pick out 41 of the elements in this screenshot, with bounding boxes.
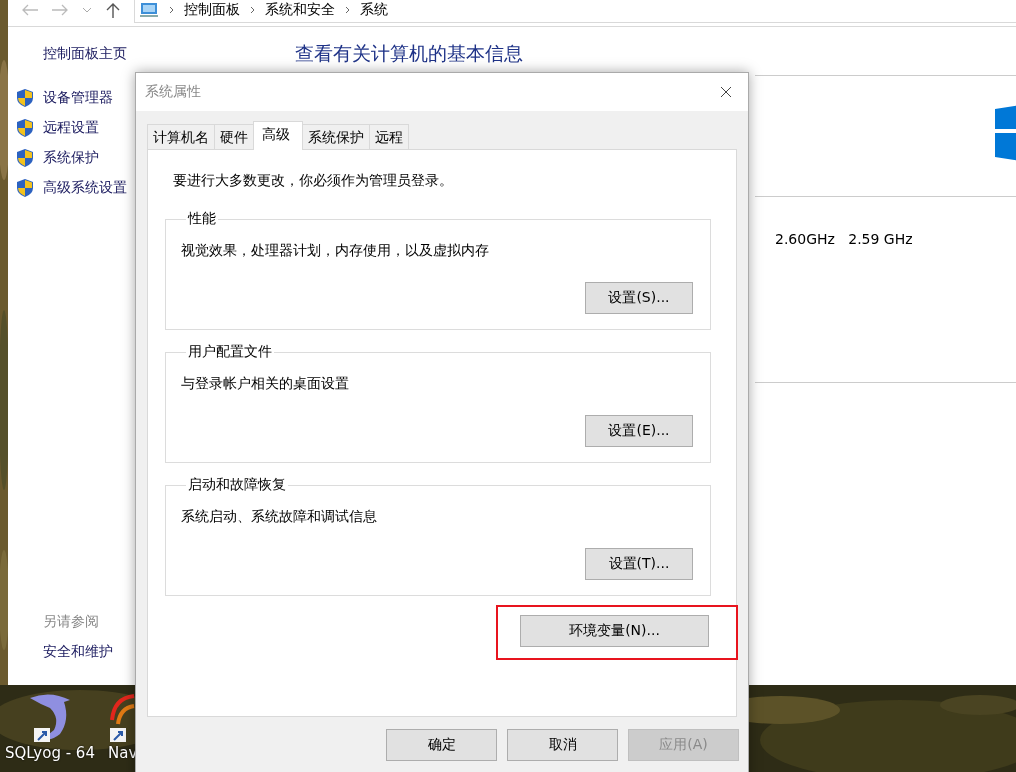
breadcrumb[interactable]: 系统 [360,1,388,19]
group-title: 用户配置文件 [187,343,273,361]
group-description: 系统启动、系统故障和调试信息 [181,508,378,526]
settings-button[interactable]: 设置(S)... [585,282,693,314]
address-bar[interactable]: 控制面板 系统和安全 系统 [134,0,1016,23]
group-title: 性能 [186,210,217,228]
dialog-title: 系统属性 [145,83,201,101]
dialog-button[interactable]: 确定 [386,729,497,761]
shield-icon [16,118,34,138]
shield-icon [16,148,34,168]
settings-button[interactable]: 设置(E)... [585,415,693,447]
chevron-right-icon [169,6,174,14]
section-heading: 另请参阅 [43,613,100,631]
tab[interactable]: 高级 [253,121,303,150]
sidebar-link[interactable]: 系统保护 [43,149,99,167]
environment-variables-button[interactable]: 环境变量(N)... [520,615,709,647]
tab[interactable]: 远程 [369,124,409,149]
settings-button[interactable]: 设置(T)... [585,548,693,580]
up-arrow-icon[interactable] [106,2,120,18]
dialog-button[interactable]: 取消 [507,729,618,761]
desktop-icon-label[interactable]: SQLyog - 64 [5,744,95,762]
sidebar-link[interactable]: 高级系统设置 [43,179,127,197]
close-icon[interactable] [720,86,732,98]
notice-text: 要进行大多数更改，你必须作为管理员登录。 [173,172,454,190]
chevron-right-icon [345,6,350,14]
processor-speed: 2.60GHz 2.59 GHz [775,231,913,249]
shield-icon [16,178,34,198]
sidebar-link[interactable]: 控制面板主页 [43,45,270,63]
chevron-right-icon [250,6,255,14]
sidebar-link[interactable]: 远程设置 [43,119,99,137]
page-heading: 查看有关计算机的基本信息 [295,41,524,66]
group-description: 视觉效果，处理器计划，内存使用，以及虚拟内存 [181,242,490,260]
breadcrumb[interactable]: 系统和安全 [265,1,335,19]
tab[interactable]: 计算机名 [147,124,215,149]
shield-icon [16,88,34,108]
computer-icon [139,2,159,18]
desktop-icon-label[interactable]: Nav [108,744,138,762]
group-description: 与登录帐户相关的桌面设置 [181,375,350,393]
group-title: 启动和故障恢复 [187,476,287,494]
sidebar-link[interactable]: 设备管理器 [43,89,113,107]
breadcrumb[interactable]: 控制面板 [184,1,240,19]
